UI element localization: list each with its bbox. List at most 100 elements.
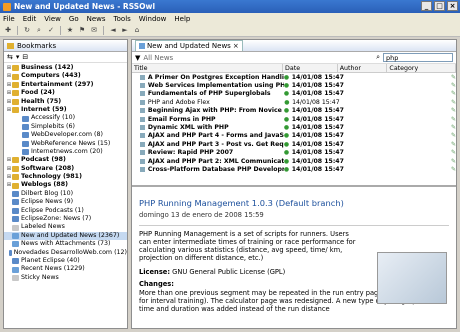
sticky-toggle-icon[interactable]: ✎	[451, 116, 456, 123]
column-category[interactable]: Category	[387, 64, 456, 72]
search-input[interactable]: php	[383, 53, 453, 62]
new-icon[interactable]: ✚	[3, 25, 13, 35]
tab-close-icon[interactable]: ×	[233, 42, 239, 50]
news-row[interactable]: Email Forms in PHP ● 14/01/08 15:47 ✎	[132, 115, 456, 123]
bookmark-item[interactable]: Eclipse News (9)	[4, 198, 127, 206]
bookmark-item[interactable]: Accessify (10)	[4, 114, 127, 122]
back-icon[interactable]: ◄	[108, 25, 118, 35]
bookmark-item[interactable]: ⊞ Podcast (98)	[4, 156, 127, 164]
bookmark-item[interactable]: Sticky News	[4, 274, 127, 282]
sticky-icon[interactable]: ★	[65, 25, 75, 35]
news-date: 14/01/08 15:47	[291, 157, 344, 165]
link-icon[interactable]: ⇆	[7, 53, 13, 61]
bookmark-item[interactable]: WebDeveloper.com (8)	[4, 131, 127, 139]
filter-dropdown[interactable]: All News	[143, 54, 373, 62]
reload-icon[interactable]: ↻	[22, 25, 32, 35]
bookmark-item[interactable]: ⊞ Technology (981)	[4, 173, 127, 181]
forward-icon[interactable]: ►	[120, 25, 130, 35]
feed-icon	[139, 43, 145, 49]
column-date[interactable]: Date	[283, 64, 338, 72]
filter-icon[interactable]: ▾	[16, 53, 20, 61]
bookmark-item[interactable]: Internetnews.com (20)	[4, 148, 127, 156]
feed-icon	[22, 123, 29, 130]
menu-news[interactable]: News	[87, 15, 106, 23]
bookmark-item[interactable]: EclipseZone: News (7)	[4, 215, 127, 223]
menu-go[interactable]: Go	[69, 15, 79, 23]
menu-file[interactable]: File	[3, 15, 15, 23]
news-title: Cross-Platform Database PHP Development	[147, 165, 284, 173]
bookmark-item[interactable]: ⊞ Computers (443)	[4, 72, 127, 80]
news-title: AJAX and PHP Part 3 - Post vs. Get Reque…	[147, 140, 284, 148]
label-icon[interactable]: ⚑	[77, 25, 87, 35]
bookmark-item[interactable]: Simplebits (6)	[4, 123, 127, 131]
bookmark-label: Eclipse Podcasts (1)	[21, 206, 84, 214]
preview-title[interactable]: PHP Running Management 1.0.3 (Default br…	[139, 198, 456, 208]
bookmark-item[interactable]: WebReference News (15)	[4, 140, 127, 148]
sticky-toggle-icon[interactable]: ✎	[451, 132, 456, 139]
bookmark-item[interactable]: ⊞ Entertainment (297)	[4, 81, 127, 89]
news-row[interactable]: A Primer On Postgres Exception Handling …	[132, 73, 456, 81]
news-title: Review: Rapid PHP 2007	[147, 149, 234, 157]
news-row[interactable]: Dynamic XML with PHP ● 14/01/08 15:47 ✎	[132, 123, 456, 131]
bookmark-item[interactable]: Labeled News	[4, 223, 127, 231]
bookmark-item[interactable]: Planet Eclipse (40)	[4, 257, 127, 265]
menu-edit[interactable]: Edit	[23, 15, 37, 23]
bookmark-item[interactable]: ⊞ Software (208)	[4, 165, 127, 173]
sticky-toggle-icon[interactable]: ✎	[451, 107, 456, 114]
tab-new-and-updated-news[interactable]: New and Updated News ×	[135, 40, 243, 51]
sticky-toggle-icon[interactable]: ✎	[451, 74, 456, 81]
sticky-toggle-icon[interactable]: ✎	[451, 166, 456, 173]
maximize-button[interactable]: □	[434, 1, 445, 11]
news-date: 14/01/08 15:47	[291, 82, 344, 90]
news-row[interactable]: Review: Rapid PHP 2007 ● 14/01/08 15:47 ✎	[132, 149, 456, 157]
bookmark-item[interactable]: ⊞ Weblogs (88)	[4, 181, 127, 189]
news-date: 14/01/08 15:47	[291, 165, 344, 173]
news-row[interactable]: AJAX and PHP Part 2: XML Communication/P…	[132, 157, 456, 165]
bookmark-item[interactable]: Recent News (1229)	[4, 265, 127, 273]
sticky-toggle-icon[interactable]: ✎	[451, 99, 456, 106]
column-title[interactable]: Title	[132, 64, 284, 72]
feed-icon	[22, 132, 29, 139]
news-row[interactable]: Cross-Platform Database PHP Development●…	[132, 165, 456, 173]
bookmark-item[interactable]: ⊞ Food (24)	[4, 89, 127, 97]
collapse-icon[interactable]: ⊟	[22, 53, 28, 61]
feed-icon	[8, 249, 12, 256]
bookmark-item[interactable]: News with Attachments (73)	[4, 240, 127, 248]
sticky-toggle-icon[interactable]: ✎	[451, 149, 456, 156]
news-row[interactable]: AJAX and PHP Part 4 - Forms and JavaScri…	[132, 132, 456, 140]
bookmark-item[interactable]: Eclipse Podcasts (1)	[4, 207, 127, 215]
home-icon[interactable]: ⌂	[132, 25, 142, 35]
close-button[interactable]: ×	[447, 1, 458, 11]
news-row[interactable]: Fundamentals of PHP Superglobals ● 14/01/0…	[132, 90, 456, 98]
sticky-toggle-icon[interactable]: ✎	[451, 82, 456, 89]
minimize-button[interactable]: _	[421, 1, 432, 11]
bookmark-item[interactable]: Novedades DesarrolloWeb.com (12)	[4, 249, 127, 257]
sticky-toggle-icon[interactable]: ✎	[451, 90, 456, 97]
feed-icon	[12, 165, 19, 172]
news-pane: New and Updated News × ▼ All News ⌕ php …	[131, 39, 457, 329]
filter-icon[interactable]: ▼	[135, 54, 140, 62]
sticky-toggle-icon[interactable]: ✎	[451, 124, 456, 131]
bookmark-tree: ⊞ Business (142) ⊞ Computers (443) ⊞ Entertai…	[4, 63, 127, 282]
news-row[interactable]: Beginning Ajax with PHP: From Novice to …	[132, 107, 456, 115]
menu-help[interactable]: Help	[174, 15, 190, 23]
bookmark-item[interactable]: ⊞ Health (75)	[4, 98, 127, 106]
sticky-toggle-icon[interactable]: ✎	[451, 141, 456, 148]
mark-read-icon[interactable]: ✓	[46, 25, 56, 35]
sticky-toggle-icon[interactable]: ✎	[451, 158, 456, 165]
toolbar-separator	[17, 25, 18, 35]
bookmark-item[interactable]: ⊞ Internet (59)	[4, 106, 127, 114]
bookmark-item[interactable]: New and Updated News (2367)	[4, 231, 127, 241]
search-icon[interactable]: ⌕	[34, 25, 44, 35]
news-row[interactable]: PHP and Adobe Flex ● 14/01/08 15:47 ✎	[132, 98, 456, 106]
filter-bar: ▼ All News ⌕ php	[132, 52, 456, 64]
menu-tools[interactable]: Tools	[114, 15, 131, 23]
news-row[interactable]: AJAX and PHP Part 3 - Post vs. Get Reque…	[132, 140, 456, 148]
bookmark-item[interactable]: ⊞ Business (142)	[4, 64, 127, 72]
column-author[interactable]: Author	[338, 64, 388, 72]
menu-view[interactable]: View	[44, 15, 61, 23]
bookmark-item[interactable]: Dilbert Blog (10)	[4, 190, 127, 198]
share-icon[interactable]: ✉	[89, 25, 99, 35]
news-row[interactable]: Web Services Implementation using PHP an…	[132, 81, 456, 89]
menu-window[interactable]: Window	[139, 15, 167, 23]
